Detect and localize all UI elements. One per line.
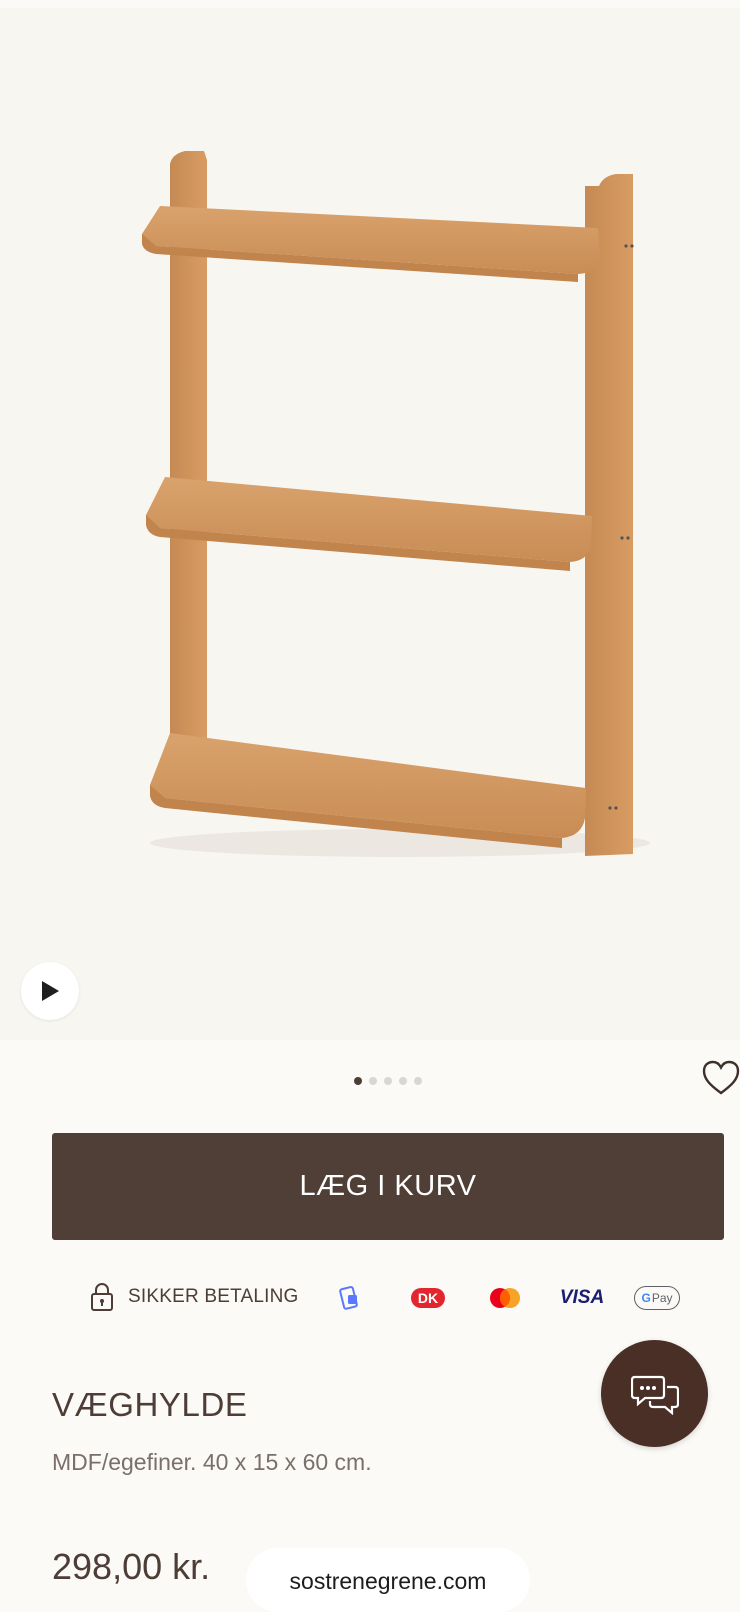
browser-url-bar[interactable]: sostrenegrene.com <box>246 1548 530 1612</box>
secure-payment-label: SIKKER BETALING <box>90 1282 299 1312</box>
gallery-dot[interactable] <box>369 1077 377 1085</box>
wall-shelf-photo <box>141 151 650 857</box>
secure-payment-text: SIKKER BETALING <box>128 1286 299 1307</box>
gallery-dot[interactable] <box>354 1077 362 1085</box>
gpay-label: Pay <box>651 1291 673 1305</box>
product-price: 298,00 kr. <box>52 1546 211 1587</box>
play-video-button[interactable] <box>21 962 79 1020</box>
play-icon <box>42 981 59 1001</box>
heart-icon[interactable] <box>702 1060 740 1096</box>
visa-icon: VISA <box>560 1284 604 1312</box>
chat-button[interactable] <box>601 1340 708 1447</box>
gallery-pagination[interactable] <box>354 1077 422 1085</box>
google-pay-icon: G Pay <box>634 1284 680 1312</box>
product-description: MDF/egefiner. 40 x 15 x 60 cm. <box>52 1449 372 1475</box>
mobilepay-icon <box>338 1284 364 1312</box>
svg-text:DK: DK <box>418 1290 438 1306</box>
gallery-dot[interactable] <box>414 1077 422 1085</box>
add-to-cart-button[interactable]: LÆG I KURV <box>52 1133 724 1240</box>
visa-label: VISA <box>559 1287 605 1308</box>
product-image[interactable] <box>0 8 740 1040</box>
lock-icon <box>91 1283 113 1311</box>
gallery-dot[interactable] <box>384 1077 392 1085</box>
dankort-icon: DK <box>410 1284 446 1312</box>
gallery-dot[interactable] <box>399 1077 407 1085</box>
mastercard-icon <box>488 1284 522 1312</box>
product-title: VÆGHYLDE <box>52 1386 248 1423</box>
chat-bubbles-icon <box>630 1375 679 1415</box>
